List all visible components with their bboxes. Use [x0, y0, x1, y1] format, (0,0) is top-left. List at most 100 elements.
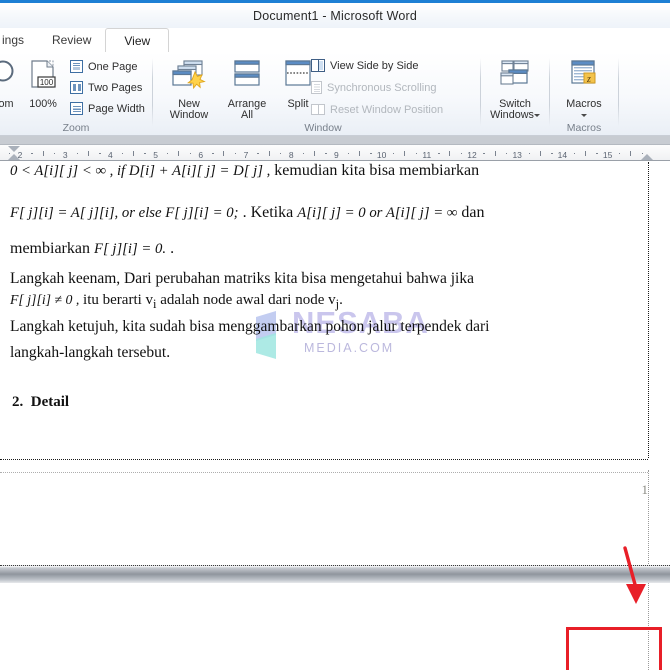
ruler-tick-mark	[212, 152, 214, 155]
paragraph-line: Langkah ketujuh, kita sudah bisa menggam…	[10, 318, 650, 336]
paragraph-formula-1[interactable]: 0 < A[i][ j] < ∞ , if D[i] + A[i][ j] = …	[10, 162, 650, 180]
text-run: Langkah ketujuh, kita sudah bisa menggam…	[10, 318, 490, 335]
macros-button[interactable]: z Macros	[552, 58, 616, 122]
text-run: Langkah keenam, Dari perubahan matriks k…	[10, 270, 474, 287]
ruler-tick-mark	[585, 150, 586, 156]
text-run: .	[166, 240, 175, 257]
paragraph-langkah-keenam[interactable]: Langkah keenam, Dari perubahan matriks k…	[10, 270, 650, 288]
one-page-item[interactable]: One Page	[70, 58, 138, 75]
ruler-tick-label: 5	[153, 150, 158, 160]
paragraph-langkah-ketujuh-2[interactable]: langkah-langkah tersebut.	[10, 344, 650, 362]
two-pages-item[interactable]: Two Pages	[70, 79, 142, 96]
heading-detail[interactable]: 2. Detail	[12, 394, 69, 411]
paragraph-langkah-ketujuh[interactable]: Langkah ketujuh, kita sudah bisa menggam…	[10, 318, 650, 336]
ruler-tick-mark	[313, 150, 315, 156]
tab-mailings-truncated[interactable]: ings	[0, 29, 38, 52]
paragraph-formula-2[interactable]: F[ j][i] = A[ j][i], or else F[ j][i] = …	[10, 204, 650, 222]
word-window: Document1 - Microsoft Word ings Review V…	[0, 0, 670, 670]
ruler-tick-label: 15	[602, 150, 613, 160]
ruler-tick-mark	[573, 152, 576, 155]
one-page-label: One Page	[88, 60, 138, 73]
ruler-top-strip	[0, 136, 670, 145]
ruler-tick-mark	[359, 150, 360, 156]
two-pages-icon	[70, 81, 83, 94]
ruler-tick-label: 3	[62, 150, 68, 160]
switch-windows-label-1: Switch	[499, 97, 531, 110]
ruler-tick-mark	[370, 152, 372, 155]
ruler-tick-mark	[415, 152, 418, 155]
ruler-tick-mark	[596, 152, 598, 155]
right-indent-marker[interactable]	[641, 154, 653, 160]
ruler-tick-mark	[53, 152, 56, 155]
ruler-tick-label: 2	[17, 150, 23, 160]
tab-view[interactable]: View	[105, 28, 170, 52]
ruler-tick-mark	[460, 152, 463, 155]
group-divider-4	[618, 58, 619, 126]
paragraph-formula-3[interactable]: membiarkan F[ j][i] = 0. .	[10, 240, 650, 258]
synchronous-scrolling-label: Synchronous Scrolling	[327, 81, 437, 94]
paragraph-line: 0 < A[i][ j] < ∞ , if D[i] + A[i][ j] = …	[10, 162, 650, 180]
ruler-tick-mark	[121, 152, 124, 155]
svg-text:z: z	[586, 74, 591, 85]
heading-text: Detail	[30, 394, 70, 410]
page-width-icon	[70, 102, 83, 115]
page-break-gap	[0, 565, 670, 583]
ruler-tick-mark	[166, 152, 169, 155]
ruler-tick-mark	[539, 150, 541, 156]
footer-boundary-line	[0, 459, 648, 460]
chevron-down-icon[interactable]	[533, 113, 540, 117]
page-number-field[interactable]: 1	[632, 482, 649, 498]
arrange-all-button[interactable]: Arrange All	[219, 58, 275, 122]
tab-review[interactable]: Review	[38, 29, 105, 52]
horizontal-ruler[interactable]: 2 3 4 5 6 7 8 9 10 11 12 13 14 15	[0, 145, 670, 161]
synchronous-scrolling-item[interactable]: Synchronous Scrolling	[311, 79, 436, 96]
text-run: itu berarti v	[79, 292, 154, 308]
zoom-group-label: Zoom	[62, 122, 90, 134]
ruler-tick-label: 7	[243, 150, 249, 160]
ruler-tick-mark	[449, 150, 451, 156]
document-canvas[interactable]: NESABA MEDIA.COM 0 < A[i][ j] < ∞ , if D…	[0, 162, 670, 670]
ribbon-group-switch-windows: Switch Windows	[481, 52, 549, 136]
chevron-down-icon[interactable]	[581, 113, 587, 117]
text-run: dan	[457, 204, 485, 221]
page-width-item[interactable]: Page Width	[70, 100, 145, 117]
ribbon: om 100 100% One Page Two Pages Page Widt…	[0, 52, 670, 136]
new-window-button[interactable]: New Window	[161, 58, 217, 122]
text-run: A[i][ j] = 0	[297, 205, 366, 221]
reset-window-position-item[interactable]: Reset Window Position	[311, 101, 443, 118]
macros-group-label: Macros	[566, 122, 602, 134]
paragraph-line: Langkah keenam, Dari perubahan matriks k…	[10, 270, 650, 288]
ribbon-group-macros: z Macros Macros	[550, 52, 618, 136]
ruler-tick-mark	[279, 152, 282, 155]
ribbon-group-window: New Window Arrange All Split View Side b…	[153, 52, 480, 136]
macros-label: Macros	[566, 97, 602, 110]
zoom-100-icon: 100	[22, 58, 64, 96]
ruler-tick-label: 8	[288, 150, 294, 160]
ruler-tick-mark	[31, 152, 33, 155]
ruler-tick-mark	[618, 152, 621, 155]
macros-icon: z	[552, 58, 616, 96]
text-run: 0 < A[i][ j] < ∞ , if D[i] + A[i][ j] = …	[10, 163, 271, 179]
ruler-tick-mark	[76, 152, 79, 155]
paragraph-langkah-keenam-2[interactable]: F[ j][i] ≠ 0 , itu berarti vi adalah nod…	[10, 292, 650, 312]
ruler-tick-mark	[551, 152, 553, 155]
ruler-tick-label: 6	[198, 150, 204, 160]
ruler-tick-mark	[234, 152, 237, 155]
text-run: adalah node awal dari node v	[156, 292, 336, 308]
heading-number: 2.	[12, 394, 24, 410]
reset-window-position-label: Reset Window Position	[330, 103, 444, 116]
paragraph-line: F[ j][i] = A[ j][i], or else F[ j][i] = …	[10, 204, 650, 222]
ribbon-tab-strip: ings Review View	[0, 28, 670, 52]
ruler-tick-label: 12	[467, 150, 477, 160]
text-run: F[ j][i] = 0.	[93, 241, 167, 257]
text-run: F[ j][i] ≠ 0 ,	[10, 292, 80, 307]
switch-windows-icon	[483, 58, 547, 96]
title-bar: Document1 - Microsoft Word	[0, 0, 670, 28]
arrange-all-label-2: All	[241, 109, 253, 121]
ruler-tick-mark	[42, 150, 44, 156]
view-side-by-side-item[interactable]: View Side by Side	[311, 57, 418, 74]
new-window-label-2: Window	[169, 109, 209, 121]
ribbon-group-zoom: om 100 100% One Page Two Pages Page Widt…	[0, 52, 152, 136]
zoom-100-button[interactable]: 100 100%	[22, 58, 64, 110]
switch-windows-button[interactable]: Switch Windows	[483, 58, 547, 122]
